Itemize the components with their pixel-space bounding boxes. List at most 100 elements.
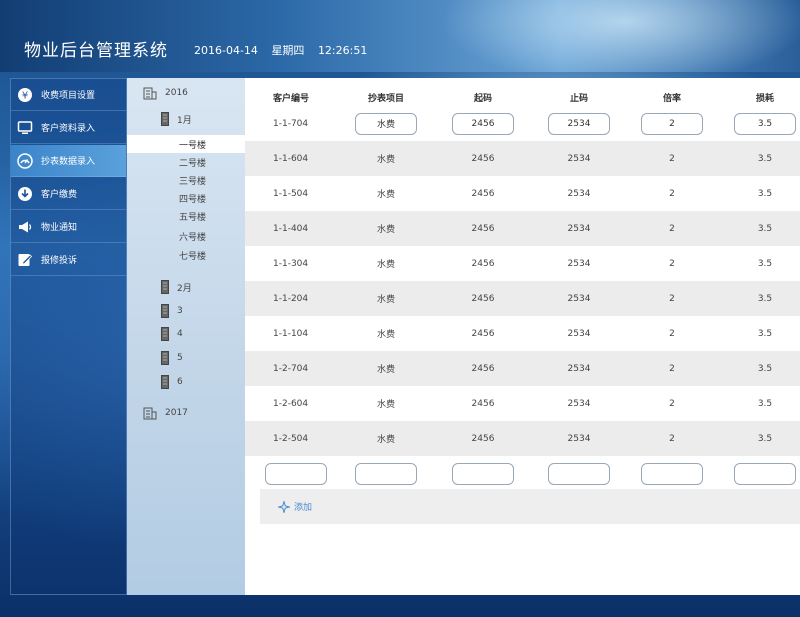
date-text: 2016-04-14: [194, 44, 258, 57]
tree-label: 2月: [177, 283, 192, 294]
cell-meter-item: 水费: [376, 330, 395, 340]
start-reading-input[interactable]: [452, 112, 514, 135]
add-row-button[interactable]: 添加: [260, 489, 800, 524]
cell-start-reading: 2456: [471, 188, 495, 199]
cell-customer-id: 1-2-604: [273, 398, 309, 409]
table-row[interactable]: 1-2-704 水费 2456 2534 2 3.5: [245, 351, 800, 386]
cell-start-reading: 2456: [471, 398, 495, 409]
nav-repair-complaint[interactable]: 报修投诉: [11, 244, 126, 276]
cell-end-reading: 2534: [567, 363, 591, 374]
tree-building-1[interactable]: 一号楼: [127, 135, 245, 153]
new-customer-id-input[interactable]: [265, 462, 327, 485]
cell-customer-id: 1-1-204: [273, 293, 309, 304]
table-row[interactable]: 1-2-604 水费 2456 2534 2 3.5: [245, 386, 800, 421]
cell-multiplier: 2: [669, 223, 675, 234]
nav-customer-payment[interactable]: 客户缴费: [11, 178, 126, 210]
header-end-reading: 止码: [569, 93, 588, 104]
new-multiplier-input[interactable]: [641, 462, 703, 485]
tree-month-5[interactable]: 5: [161, 351, 183, 365]
cell-end-reading: 2534: [567, 223, 591, 234]
cell-start-reading: 2456: [471, 223, 495, 234]
end-reading-input[interactable]: [548, 112, 610, 135]
nav-customer-info[interactable]: 客户资料录入: [11, 112, 126, 144]
header-customer-id: 客户编号: [273, 93, 310, 104]
cell-loss: 3.5: [757, 398, 773, 409]
datetime-display: 2016-04-14 星期四 12:26:51: [194, 42, 377, 58]
table-row[interactable]: 1-1-404 水费 2456 2534 2 3.5: [245, 211, 800, 246]
new-start-reading-input[interactable]: [452, 462, 514, 485]
tree-building-5[interactable]: 五号楼: [127, 207, 245, 225]
tree-label: 三号楼: [179, 176, 207, 187]
cell-loss: 3.5: [757, 328, 773, 339]
table-row[interactable]: 1-1-504 水费 2456 2534 2 3.5: [245, 176, 800, 211]
nav-label: 客户资料录入: [41, 124, 96, 134]
nav-fee-settings[interactable]: ¥ 收费项目设置: [11, 79, 126, 111]
cell-multiplier: 2: [669, 153, 675, 164]
tree-building-7[interactable]: 七号楼: [127, 246, 245, 264]
cell-end-reading: 2534: [567, 153, 591, 164]
table-row[interactable]: 1-1-204 水费 2456 2534 2 3.5: [245, 281, 800, 316]
cell-multiplier: 2: [669, 433, 675, 444]
monitor-icon: [17, 120, 33, 136]
loss-input[interactable]: [734, 112, 796, 135]
cell-loss: 3.5: [757, 223, 773, 234]
tree-building-4[interactable]: 四号楼: [127, 189, 245, 207]
tree-month-1[interactable]: 1月: [161, 112, 192, 126]
folder-icon: [161, 327, 169, 341]
nav-label: 物业通知: [41, 223, 78, 233]
new-meter-item-input[interactable]: [355, 462, 417, 485]
tree-label: 六号楼: [179, 232, 207, 243]
cell-customer-id: 1-2-704: [273, 363, 309, 374]
cell-meter-item: 水费: [376, 190, 395, 200]
tree-month-3[interactable]: 3: [161, 304, 183, 318]
edit-icon: [17, 252, 33, 268]
folder-icon: [161, 351, 169, 365]
tree-month-6[interactable]: 6: [161, 375, 183, 389]
time-text: 12:26:51: [317, 44, 368, 57]
meter-item-input[interactable]: [355, 112, 417, 135]
nav-meter-reading[interactable]: 抄表数据录入: [11, 145, 126, 177]
tree-label: 二号楼: [179, 158, 207, 169]
nav-label: 抄表数据录入: [41, 157, 96, 167]
cell-multiplier: 2: [669, 363, 675, 374]
tree-building-6[interactable]: 六号楼: [127, 227, 245, 245]
cell-start-reading: 2456: [471, 363, 495, 374]
meter-reading-panel: 客户编号 抄表项目 起码 止码 倍率 损耗 1-1-704 1-1-604 水费…: [245, 78, 800, 595]
nav-property-notice[interactable]: 物业通知: [11, 211, 126, 243]
new-loss-input[interactable]: [734, 462, 796, 485]
tree-month-2[interactable]: 2月: [161, 280, 192, 294]
cell-end-reading: 2534: [567, 258, 591, 269]
tree-label: 4: [177, 329, 183, 339]
cell-multiplier: 2: [669, 328, 675, 339]
multiplier-input[interactable]: [641, 112, 703, 135]
cell-customer-id: 1-1-304: [273, 258, 309, 269]
new-entry-row: [245, 456, 800, 491]
cell-meter-item: 水费: [376, 260, 395, 270]
header-loss: 损耗: [755, 93, 774, 104]
cell-loss: 3.5: [757, 188, 773, 199]
tree-month-4[interactable]: 4: [161, 327, 183, 341]
tree-year-2017[interactable]: 2017: [143, 406, 188, 420]
tree-building-3[interactable]: 三号楼: [127, 171, 245, 189]
header-start-reading: 起码: [473, 93, 492, 104]
cell-end-reading: 2534: [567, 398, 591, 409]
table-row[interactable]: 1-1-604 水费 2456 2534 2 3.5: [245, 141, 800, 176]
table-row[interactable]: 1-1-104 水费 2456 2534 2 3.5: [245, 316, 800, 351]
download-icon: [17, 186, 33, 202]
yen-icon: ¥: [17, 87, 33, 103]
table-row[interactable]: 1-1-704: [245, 106, 800, 141]
new-end-reading-input[interactable]: [548, 462, 610, 485]
cell-start-reading: 2456: [471, 258, 495, 269]
table-row[interactable]: 1-2-504 水费 2456 2534 2 3.5: [245, 421, 800, 456]
cell-start-reading: 2456: [471, 328, 495, 339]
cell-meter-item: 水费: [376, 400, 395, 410]
table-row[interactable]: 1-1-304 水费 2456 2534 2 3.5: [245, 246, 800, 281]
cell-start-reading: 2456: [471, 433, 495, 444]
folder-icon: [161, 112, 169, 126]
tree-year-2016[interactable]: 2016: [143, 86, 188, 100]
date-building-tree: 2016 1月 一号楼 二号楼 三号楼 四号楼 五号楼 六号楼 七号楼 2月 3…: [127, 78, 245, 595]
tree-label: 1月: [177, 115, 192, 126]
plus-icon: [278, 500, 290, 513]
cell-customer-id: 1-1-704: [273, 118, 309, 129]
tree-building-2[interactable]: 二号楼: [127, 153, 245, 171]
